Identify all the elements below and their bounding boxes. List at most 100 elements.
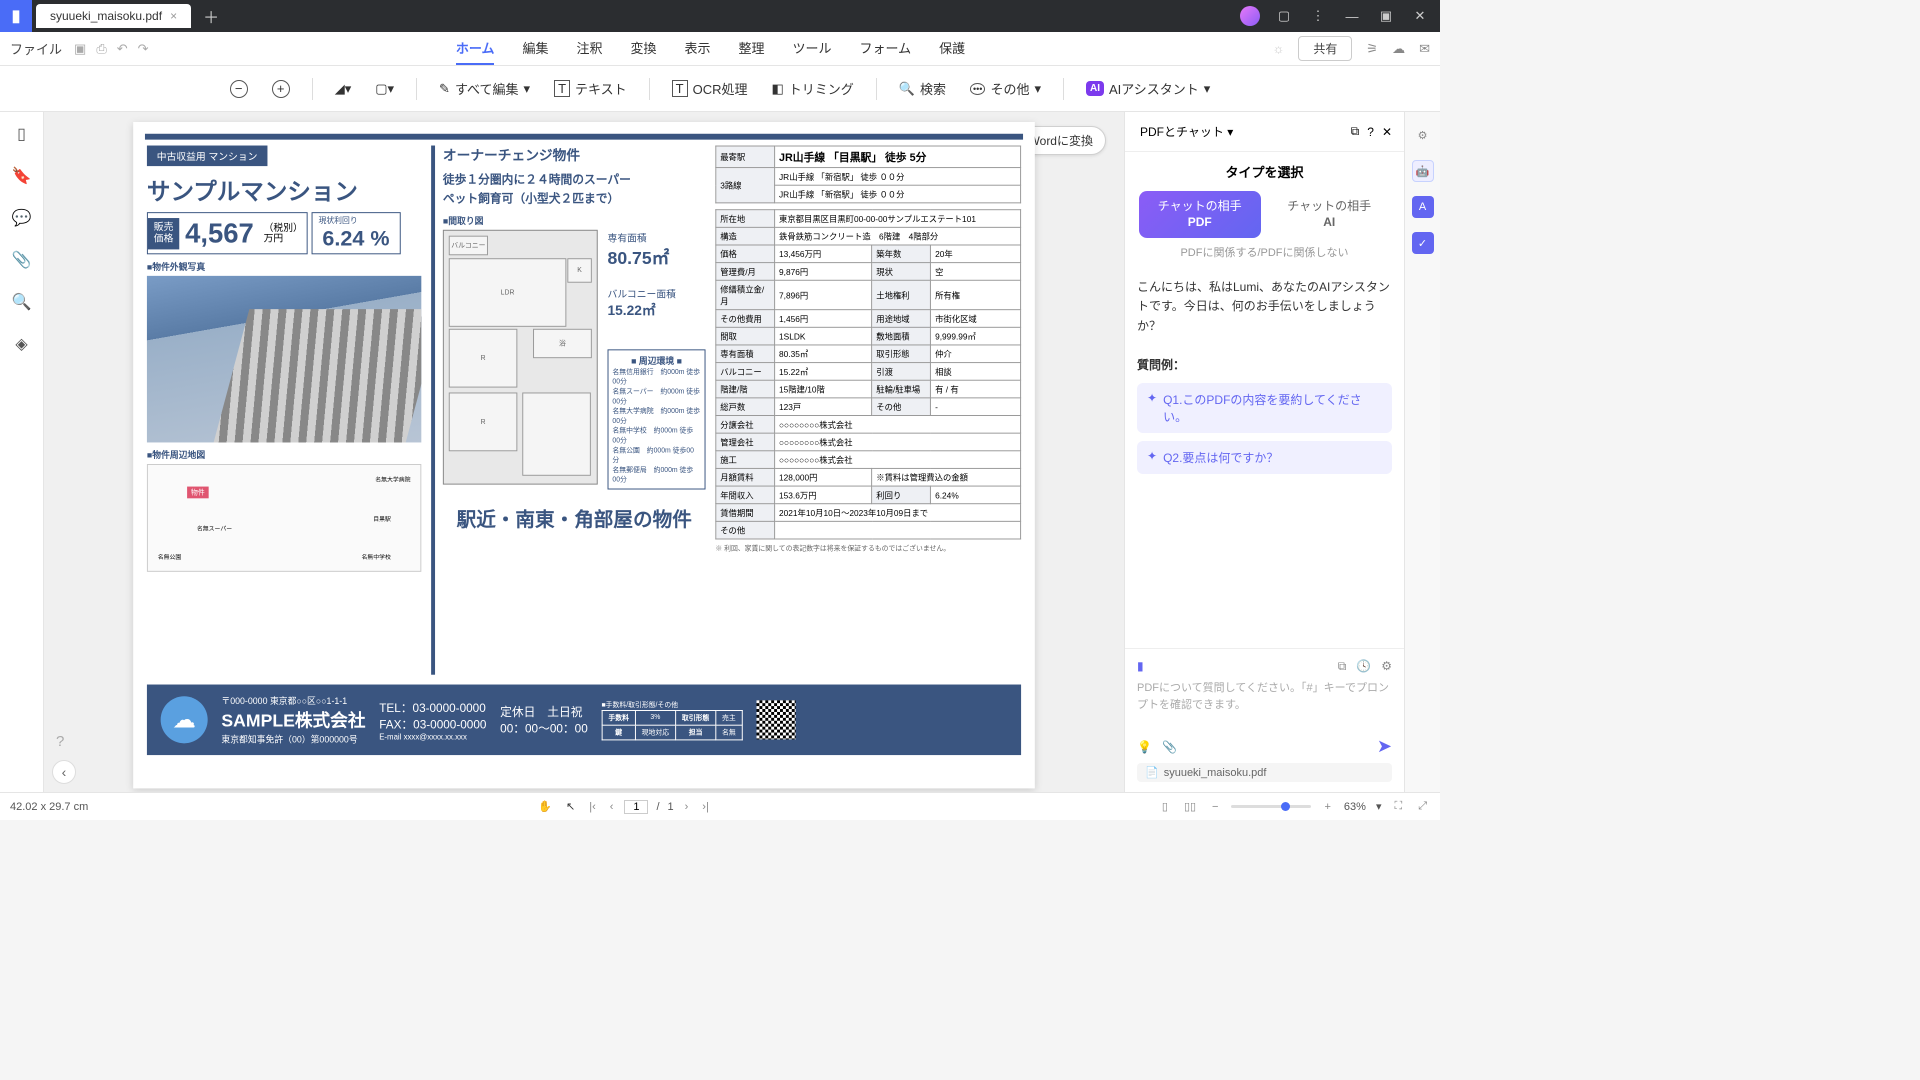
env-list: 名無信用銀行 約000m 徒歩00分名無スーパー 約000m 徒歩00分名無大学… (612, 367, 700, 485)
share-button[interactable]: 共有 (1298, 36, 1352, 61)
tab-view[interactable]: 表示 (685, 32, 711, 65)
help-icon[interactable]: ? (56, 733, 64, 750)
file-menu[interactable]: ファイル (10, 39, 62, 58)
history-icon[interactable]: 🕓 (1356, 659, 1371, 674)
new-tab-button[interactable]: ＋ (191, 4, 231, 28)
copy-icon[interactable]: ⧉ (1338, 659, 1347, 674)
attached-file[interactable]: 📄 syuueki_maisoku.pdf (1137, 763, 1392, 782)
hand-tool-icon[interactable]: ✋ (535, 800, 555, 813)
mail-icon[interactable]: ✉ (1419, 41, 1430, 57)
rail-settings-icon[interactable]: ⚙ (1412, 124, 1434, 146)
example-q1[interactable]: ✦Q1.このPDFの内容を要約してください。 (1137, 383, 1392, 433)
ai-panel: PDFとチャット ▾ ⧉ ? ✕ タイプを選択 チャットの相手PDF チャットの… (1124, 112, 1404, 792)
zoom-out-button[interactable]: − (222, 76, 256, 102)
undo-icon[interactable]: ↶ (117, 41, 128, 57)
area-value: 80.75㎡ (608, 245, 706, 270)
redo-icon[interactable]: ↷ (138, 41, 149, 57)
mode-ai[interactable]: チャットの相手AI (1269, 191, 1391, 238)
panel-help-icon[interactable]: ? (1367, 125, 1374, 139)
prev-page-icon[interactable]: ‹ (607, 801, 617, 813)
yield-value: 6.24 % (318, 226, 393, 251)
kebab-icon[interactable]: ⋮ (1308, 8, 1328, 24)
search-nav-icon[interactable]: 🔍 (12, 292, 32, 312)
rail-check-icon[interactable]: ✓ (1412, 232, 1434, 254)
menubar: ファイル ▣ ⎙ ↶ ↷ ホーム 編集 注釈 変換 表示 整理 ツール フォーム… (0, 32, 1440, 66)
zoom-out-status-icon[interactable]: − (1209, 801, 1221, 813)
example-q2[interactable]: ✦Q2.要点は何ですか？ (1137, 441, 1392, 474)
cloud-upload-icon[interactable]: ☁ (1392, 41, 1405, 57)
other-tool[interactable]: ••• その他▾ (962, 75, 1049, 102)
zoom-in-button[interactable]: + (264, 76, 298, 102)
tab-protect[interactable]: 保護 (939, 32, 965, 65)
tab-form[interactable]: フォーム (860, 32, 912, 65)
zoom-slider[interactable] (1231, 805, 1311, 808)
statusbar: 42.02 x 29.7 cm ✋ ↖ |‹ ‹ /1 › ›| ▯ ▯▯ − … (0, 792, 1440, 820)
layers-icon[interactable]: ◈ (15, 334, 27, 354)
close-window-icon[interactable]: ✕ (1410, 8, 1430, 24)
edit-all-tool[interactable]: ✎ すべて編集▾ (431, 75, 538, 102)
continuous-icon[interactable]: ▯▯ (1181, 800, 1199, 813)
first-page-icon[interactable]: |‹ (586, 801, 599, 813)
zoom-value: 63% (1344, 801, 1366, 813)
panel-selector[interactable]: PDFとチャット ▾ (1137, 120, 1343, 143)
rail-translate-icon[interactable]: A (1412, 196, 1434, 218)
panel-close-icon[interactable]: ✕ (1382, 125, 1392, 139)
thumbnail-icon[interactable]: ▯ (17, 124, 26, 144)
tab-filename: syuueki_maisoku.pdf (50, 9, 162, 23)
chat-icon[interactable]: ▢ (1274, 8, 1294, 24)
close-icon[interactable]: × (170, 9, 177, 23)
tab-convert[interactable]: 変換 (630, 32, 656, 65)
tab-organize[interactable]: 整理 (739, 32, 765, 65)
qr-code (756, 700, 795, 739)
settings-icon[interactable]: ⚙ (1381, 659, 1392, 674)
minimize-icon[interactable]: — (1342, 9, 1362, 24)
document-canvas[interactable]: W PDFをWordに変換 ? ‹ 中古収益用 マンション サンプルマンション … (44, 112, 1124, 792)
sitemap-icon[interactable]: ⚞ (1366, 41, 1378, 57)
fullscreen-icon[interactable]: ⤢ (1415, 800, 1430, 813)
lightbulb-icon[interactable]: ☼ (1272, 41, 1284, 56)
lightbulb-input-icon[interactable]: 💡 (1137, 740, 1152, 754)
right-rail: ⚙ 🤖 A ✓ (1404, 112, 1440, 792)
chat-input[interactable]: PDFについて質問してください。「#」キーでプロンプトを確認できます。 (1137, 680, 1392, 730)
disclaimer: ※ 利回、家賃に関しての表記数字は将来を保証するものではございません。 (715, 543, 1021, 553)
tab-edit[interactable]: 編集 (522, 32, 548, 65)
next-page-icon[interactable]: › (682, 801, 692, 813)
select-tool-icon[interactable]: ↖ (563, 800, 578, 813)
bookmark-icon[interactable]: 🔖 (12, 166, 32, 186)
property-map: 物件 目黒駅 名無スーパー 名無大学病院 名無公園 名無中学校 (147, 464, 421, 572)
zoom-in-status-icon[interactable]: + (1321, 801, 1333, 813)
tab-home[interactable]: ホーム (456, 32, 495, 65)
send-icon[interactable]: ➤ (1377, 736, 1392, 757)
last-page-icon[interactable]: ›| (699, 801, 712, 813)
panel-title: タイプを選択 (1125, 152, 1404, 191)
shape-tool[interactable]: ▢▾ (367, 77, 402, 101)
comment-icon[interactable]: 💬 (12, 208, 32, 228)
fit-page-icon[interactable]: ⛶ (1391, 800, 1405, 813)
document-tab[interactable]: syuueki_maisoku.pdf × (36, 4, 191, 28)
ocr-tool[interactable]: T OCR処理 (664, 75, 756, 102)
maximize-icon[interactable]: ▣ (1376, 8, 1396, 24)
attach-input-icon[interactable]: 📎 (1162, 740, 1177, 754)
search-tool[interactable]: 🔍 検索 (891, 75, 954, 102)
attachment-icon[interactable]: 📎 (12, 250, 32, 270)
text-tool[interactable]: T テキスト (546, 75, 635, 102)
print-icon[interactable]: ⎙ (96, 41, 106, 57)
scroll-back-button[interactable]: ‹ (52, 760, 76, 784)
rail-ai-icon[interactable]: 🤖 (1412, 160, 1434, 182)
detail-table: 所在地東京都目黒区目黒町00-00-00サンプルエステート101構造鉄骨鉄筋コン… (715, 209, 1021, 539)
open-icon[interactable]: ▣ (74, 41, 86, 57)
tab-tools[interactable]: ツール (793, 32, 832, 65)
page-input[interactable] (624, 800, 648, 814)
external-icon[interactable]: ⧉ (1351, 124, 1360, 139)
left-rail: ▯ 🔖 💬 📎 🔍 ◈ (0, 112, 44, 792)
trim-tool[interactable]: ◧ トリミング (763, 75, 861, 102)
highlight-tool[interactable]: ◢▾ (327, 77, 360, 101)
single-page-icon[interactable]: ▯ (1159, 800, 1171, 813)
ai-input-icon[interactable]: ▮ (1137, 659, 1144, 674)
panel-subtitle: PDFに関係する/PDFに関係しない (1125, 238, 1404, 266)
mode-pdf[interactable]: チャットの相手PDF (1139, 191, 1261, 238)
fee-table: 手数料3%取引形態売主鍵現地対応担当名無 (601, 710, 742, 740)
tab-annotate[interactable]: 注釈 (576, 32, 602, 65)
user-avatar[interactable] (1240, 6, 1260, 26)
ai-assistant-tool[interactable]: AI AIアシスタント▾ (1078, 75, 1218, 102)
